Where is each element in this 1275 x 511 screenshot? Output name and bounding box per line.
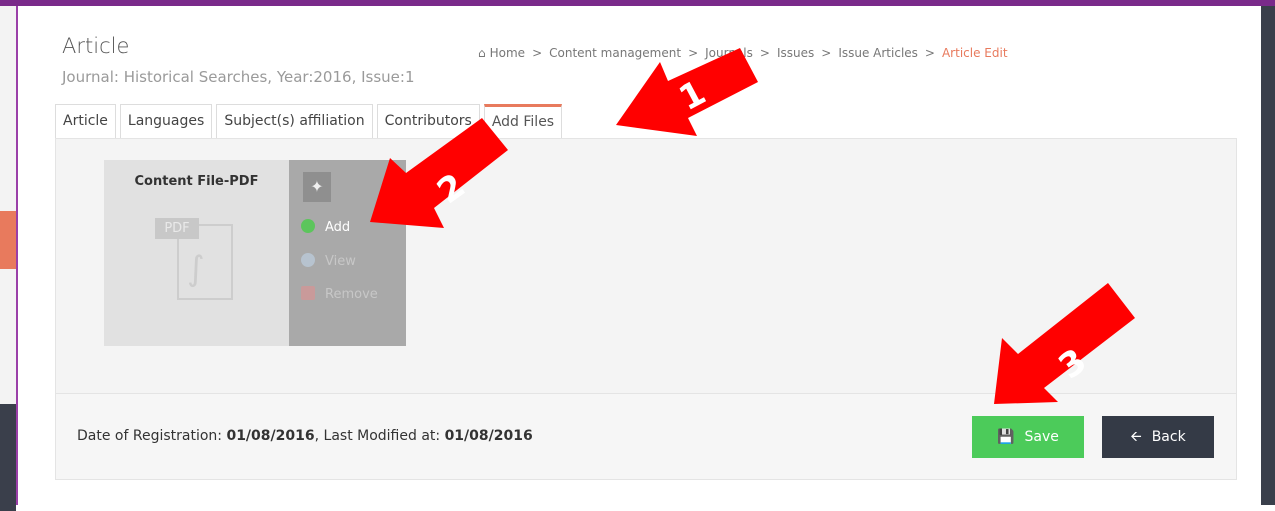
breadcrumb: ⌂ Home > Content management > Journals > Issues… xyxy=(478,46,1008,60)
breadcrumb-separator: > xyxy=(688,46,699,60)
plus-circle-icon xyxy=(301,219,315,233)
file-card: Content File-PDF ∫ PDF xyxy=(104,160,289,346)
record-dates: Date of Registration: 01/08/2016, Last M… xyxy=(77,428,533,444)
registration-date: 01/08/2016 xyxy=(226,428,315,444)
back-label: Back xyxy=(1151,429,1186,445)
tab-add-files[interactable]: Add Files xyxy=(483,104,563,138)
page-subtitle: Journal: Historical Searches, Year:2016,… xyxy=(62,68,415,86)
eye-icon xyxy=(301,253,315,267)
breadcrumb-issues[interactable]: Issues xyxy=(777,46,814,60)
sidebar-active-marker xyxy=(0,211,16,269)
window-top-border xyxy=(0,0,1275,6)
home-icon[interactable]: ⌂ xyxy=(478,46,486,60)
breadcrumb-separator: > xyxy=(759,46,770,60)
cursor-click-icon: ✦ xyxy=(303,172,331,202)
trash-icon xyxy=(301,286,315,300)
breadcrumb-issue-articles[interactable]: Issue Articles xyxy=(838,46,918,60)
annotation-arrow-1 xyxy=(616,48,758,136)
page-title: Article xyxy=(62,34,130,58)
add-file-button[interactable]: Add xyxy=(301,219,350,235)
back-button[interactable]: 🡨 Back xyxy=(1102,416,1214,458)
add-label: Add xyxy=(325,220,351,235)
tab-article[interactable]: Article xyxy=(55,104,116,138)
annotation-number-1: 1 xyxy=(673,73,713,119)
breadcrumb-separator: > xyxy=(532,46,543,60)
left-sidebar-edge xyxy=(0,6,18,511)
breadcrumb-journals[interactable]: Journals xyxy=(705,46,753,60)
breadcrumb-current: Article Edit xyxy=(941,46,1008,60)
floppy-disk-icon: 💾 xyxy=(997,429,1015,445)
tab-subject-affiliation[interactable]: Subject(s) affiliation xyxy=(216,104,373,138)
remove-label: Remove xyxy=(325,287,378,302)
right-scroll-edge xyxy=(1261,6,1275,505)
acrobat-icon: ∫ xyxy=(187,249,205,289)
arrow-left-icon: 🡨 xyxy=(1130,429,1142,445)
remove-file-button[interactable]: Remove xyxy=(301,286,378,302)
save-button[interactable]: 💾 Save xyxy=(972,416,1084,458)
tab-languages[interactable]: Languages xyxy=(119,104,213,138)
save-label: Save xyxy=(1024,429,1059,445)
breadcrumb-separator: > xyxy=(821,46,832,60)
modified-date: 01/08/2016 xyxy=(444,428,533,444)
breadcrumb-separator: > xyxy=(924,46,935,60)
view-label: View xyxy=(325,254,356,269)
modified-label: Last Modified at: xyxy=(323,428,441,444)
registration-label: Date of Registration: xyxy=(77,428,222,444)
breadcrumb-content-management[interactable]: Content management xyxy=(549,46,681,60)
tab-bar: Article Languages Subject(s) affiliation… xyxy=(55,104,566,139)
tab-contributors[interactable]: Contributors xyxy=(376,104,480,138)
view-file-button[interactable]: View xyxy=(301,253,356,269)
file-card-title: Content File-PDF xyxy=(134,174,259,189)
sidebar-dark-block xyxy=(0,404,16,511)
pdf-label: PDF xyxy=(155,218,199,239)
breadcrumb-home[interactable]: Home xyxy=(490,46,525,60)
